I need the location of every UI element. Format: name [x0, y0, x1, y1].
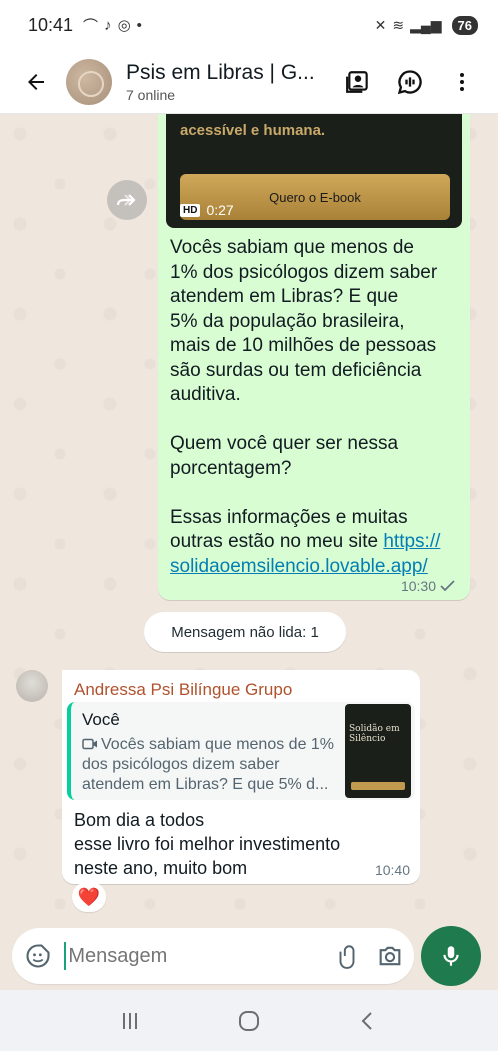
forward-button[interactable]: [107, 180, 147, 220]
video-icon: [82, 738, 97, 750]
contact-card-icon: [346, 70, 368, 93]
hd-badge: HD: [180, 203, 201, 217]
tiktok-icon: ♪: [104, 16, 112, 34]
whatsapp-icon: ◎: [117, 17, 131, 34]
header-titles[interactable]: Psis em Libras | G... 7 online: [126, 61, 326, 103]
contact-card-button[interactable]: [338, 62, 378, 102]
quote-author: Você: [82, 710, 120, 729]
sender-name[interactable]: Andressa Psi Bilíngue Grupo: [74, 680, 292, 700]
battery-icon: 76: [451, 15, 478, 35]
camera-icon: [379, 946, 401, 966]
sent-check-icon: [440, 580, 455, 592]
back-arrow-icon: [28, 73, 44, 90]
voice-chat-button[interactable]: [390, 62, 430, 102]
outgoing-message-meta: 10:30: [401, 578, 456, 594]
status-bar: 10:41 ⌒ ♪ ◎ • ✕ ≋ ▂▄▆ 76: [0, 0, 498, 50]
recent-apps-icon: [122, 1012, 137, 1029]
quote-thumbnail: Solidão em Silêncio: [345, 704, 411, 798]
sticker-button[interactable]: [24, 939, 52, 973]
outgoing-message[interactable]: acessível e humana. Quero o E-book HD 0:…: [158, 114, 470, 600]
back-button[interactable]: [20, 66, 52, 98]
quote-thumb-button: [351, 782, 405, 790]
sticker-icon: [26, 944, 50, 968]
mic-button[interactable]: [421, 926, 481, 986]
home-icon: [238, 1010, 259, 1031]
status-time: 10:41: [28, 14, 74, 35]
chat-subtitle: 7 online: [126, 86, 176, 103]
status-notification-icons: ⌒ ♪ ◎ •: [83, 15, 142, 36]
unread-divider: Mensagem não lida: 1: [144, 612, 346, 652]
forward-icon: [116, 194, 136, 206]
quoted-message[interactable]: Você Vocês sabiam que menos de 1% dos ps…: [67, 702, 415, 800]
mic-icon: [443, 946, 459, 966]
status-system-icons: ✕ ≋ ▂▄▆ 76: [374, 15, 478, 35]
dot-icon: •: [136, 16, 142, 34]
incoming-message[interactable]: Andressa Psi Bilíngue Grupo Você Vocês s…: [62, 670, 420, 884]
video-meta: HD 0:27: [180, 202, 234, 218]
mute-icon: ✕: [374, 16, 387, 33]
nav-back-icon: [361, 1011, 373, 1030]
outgoing-body: Vocês sabiam que menos de 1% dos psicólo…: [170, 237, 438, 552]
heart-reaction[interactable]: ❤️: [72, 882, 106, 912]
more-vertical-icon: [460, 72, 464, 91]
nav-back-button[interactable]: [348, 1001, 388, 1041]
missed-call-icon: ⌒: [83, 17, 99, 35]
chat-header: Psis em Libras | G... 7 online: [0, 50, 498, 114]
home-button[interactable]: [229, 1001, 269, 1041]
paperclip-icon: [340, 945, 355, 969]
video-caption: acessível e humana.: [180, 122, 326, 139]
chat-area[interactable]: acessível e humana. Quero o E-book HD 0:…: [0, 114, 498, 924]
recent-apps-button[interactable]: [110, 1001, 150, 1041]
attach-button[interactable]: [333, 939, 361, 973]
quote-text: Vocês sabiam que menos de 1% dos psicólo…: [82, 735, 344, 795]
outgoing-message-text: Vocês sabiam que menos de 1% dos psicólo…: [170, 236, 465, 579]
incoming-time: 10:40: [374, 862, 410, 878]
outgoing-time: 10:30: [400, 578, 436, 594]
wifi-icon: ≋: [392, 16, 405, 33]
incoming-message-text: Bom dia a todos esse livro foi melhor in…: [74, 810, 341, 878]
quote-thumb-title: Solidão em Silêncio: [349, 724, 400, 744]
video-duration: 0:27: [206, 202, 234, 218]
chat-title: Psis em Libras | G...: [126, 60, 315, 84]
signal-icon: ▂▄▆: [410, 16, 442, 33]
video-thumbnail[interactable]: acessível e humana. Quero o E-book HD 0:…: [166, 114, 462, 228]
message-composer: [12, 928, 414, 984]
voice-chat-icon: [397, 69, 422, 94]
sender-avatar[interactable]: [16, 670, 48, 702]
system-nav-bar: [0, 990, 498, 1051]
group-avatar[interactable]: [66, 58, 112, 105]
message-input[interactable]: [64, 942, 334, 970]
menu-button[interactable]: [442, 62, 482, 102]
camera-button[interactable]: [376, 939, 404, 973]
quote-text-body: Vocês sabiam que menos de 1% dos psicólo…: [82, 736, 335, 793]
